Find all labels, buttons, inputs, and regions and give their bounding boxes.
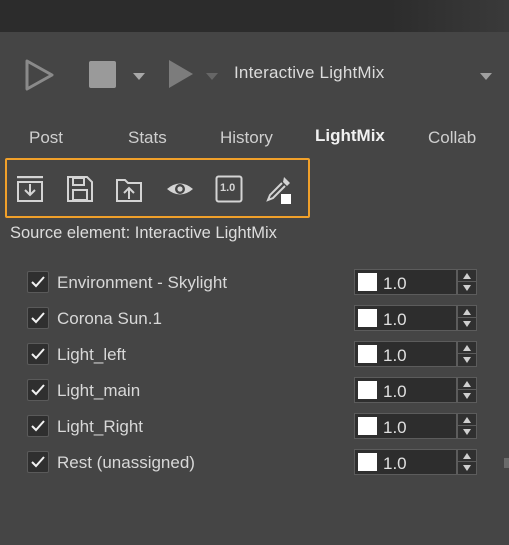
- intensity-input[interactable]: 1.0: [380, 449, 457, 475]
- render-mode-title[interactable]: Interactive LightMix: [234, 63, 384, 83]
- light-name: Rest (unassigned): [57, 453, 195, 472]
- light-color-swatch[interactable]: [354, 305, 381, 331]
- spinner-divider: [458, 461, 476, 462]
- tab-collab[interactable]: Collab: [428, 128, 476, 148]
- value-icon[interactable]: 1.0: [214, 174, 244, 204]
- intensity-input[interactable]: 1.0: [380, 341, 457, 367]
- spin-down-icon[interactable]: [463, 429, 471, 435]
- spinner-divider: [458, 425, 476, 426]
- title-bar-shade: [389, 0, 509, 32]
- tab-bar: Post Stats History LightMix Collab: [0, 126, 509, 156]
- intensity-spinner[interactable]: [457, 341, 477, 367]
- light-color-swatch[interactable]: [354, 341, 381, 367]
- eye-icon[interactable]: [165, 174, 195, 204]
- spin-down-icon[interactable]: [463, 465, 471, 471]
- checkmark-icon: [31, 348, 45, 360]
- scroll-edge-marker: [504, 458, 509, 468]
- color-swatch-fill: [358, 417, 377, 435]
- stop-icon[interactable]: [88, 60, 118, 95]
- light-color-swatch[interactable]: [354, 449, 381, 475]
- list-item: Light_Right 1.0: [0, 410, 509, 446]
- light-color-swatch[interactable]: [354, 377, 381, 403]
- checkmark-icon: [31, 384, 45, 396]
- play-outline-icon[interactable]: [24, 58, 56, 97]
- light-enabled-checkbox[interactable]: [27, 271, 49, 293]
- spin-up-icon[interactable]: [463, 273, 471, 279]
- intensity-input[interactable]: 1.0: [380, 305, 457, 331]
- intensity-input[interactable]: 1.0: [380, 413, 457, 439]
- source-element-label: Source element: Interactive LightMix: [10, 224, 277, 242]
- checkmark-icon: [31, 456, 45, 468]
- spin-up-icon[interactable]: [463, 417, 471, 423]
- intensity-spinner[interactable]: [457, 269, 477, 295]
- list-item: Light_main 1.0: [0, 374, 509, 410]
- color-swatch-fill: [358, 381, 377, 399]
- chevron-down-icon[interactable]: [205, 69, 219, 87]
- save-icon[interactable]: [65, 174, 95, 204]
- checkmark-icon: [31, 276, 45, 288]
- list-item: Light_left 1.0: [0, 338, 509, 374]
- light-enabled-checkbox[interactable]: [27, 379, 49, 401]
- spin-down-icon[interactable]: [463, 285, 471, 291]
- spin-down-icon[interactable]: [463, 393, 471, 399]
- intensity-input[interactable]: 1.0: [380, 269, 457, 295]
- chevron-down-icon[interactable]: [132, 69, 146, 87]
- color-swatch-fill: [358, 345, 377, 363]
- spin-up-icon[interactable]: [463, 381, 471, 387]
- light-enabled-checkbox[interactable]: [27, 343, 49, 365]
- spin-up-icon[interactable]: [463, 345, 471, 351]
- list-item: Rest (unassigned) 1.0: [0, 446, 509, 482]
- light-name: Corona Sun.1: [57, 309, 162, 328]
- spin-down-icon[interactable]: [463, 321, 471, 327]
- light-enabled-checkbox[interactable]: [27, 451, 49, 473]
- intensity-input[interactable]: 1.0: [380, 377, 457, 403]
- upload-folder-icon[interactable]: [114, 174, 144, 204]
- light-color-swatch[interactable]: [354, 413, 381, 439]
- lightmix-tool-group: 1.0: [5, 158, 310, 218]
- light-name: Light_Right: [57, 417, 144, 436]
- light-name: Light_main: [57, 381, 141, 400]
- checkmark-icon: [31, 312, 45, 324]
- import-icon[interactable]: [15, 174, 45, 204]
- spin-up-icon[interactable]: [463, 453, 471, 459]
- tab-stats[interactable]: Stats: [128, 128, 167, 148]
- spinner-divider: [458, 353, 476, 354]
- spinner-divider: [458, 317, 476, 318]
- light-enabled-checkbox[interactable]: [27, 307, 49, 329]
- color-swatch-fill: [358, 453, 377, 471]
- dropdown-arrow-icon[interactable]: [479, 69, 493, 87]
- light-color-swatch[interactable]: [354, 269, 381, 295]
- list-item: Corona Sun.1 1.0: [0, 302, 509, 338]
- value-icon-label: 1.0: [220, 182, 236, 194]
- list-item: Environment - Skylight 1.0: [0, 266, 509, 302]
- checkmark-icon: [31, 420, 45, 432]
- color-swatch-fill: [358, 309, 377, 327]
- play-icon[interactable]: [167, 58, 195, 95]
- render-toolbar: Interactive LightMix: [0, 52, 509, 96]
- color-swatch-fill: [358, 273, 377, 291]
- tab-history[interactable]: History: [220, 128, 273, 148]
- spinner-divider: [458, 281, 476, 282]
- spin-up-icon[interactable]: [463, 309, 471, 315]
- intensity-spinner[interactable]: [457, 305, 477, 331]
- intensity-spinner[interactable]: [457, 377, 477, 403]
- intensity-spinner[interactable]: [457, 413, 477, 439]
- tab-post[interactable]: Post: [29, 128, 63, 148]
- tab-lightmix[interactable]: LightMix: [315, 126, 385, 146]
- title-bar: [0, 0, 509, 32]
- light-name: Environment - Skylight: [57, 273, 228, 292]
- spin-down-icon[interactable]: [463, 357, 471, 363]
- intensity-spinner[interactable]: [457, 449, 477, 475]
- eyedropper-icon[interactable]: [263, 174, 293, 204]
- light-name: Light_left: [57, 345, 126, 364]
- light-enabled-checkbox[interactable]: [27, 415, 49, 437]
- spinner-divider: [458, 389, 476, 390]
